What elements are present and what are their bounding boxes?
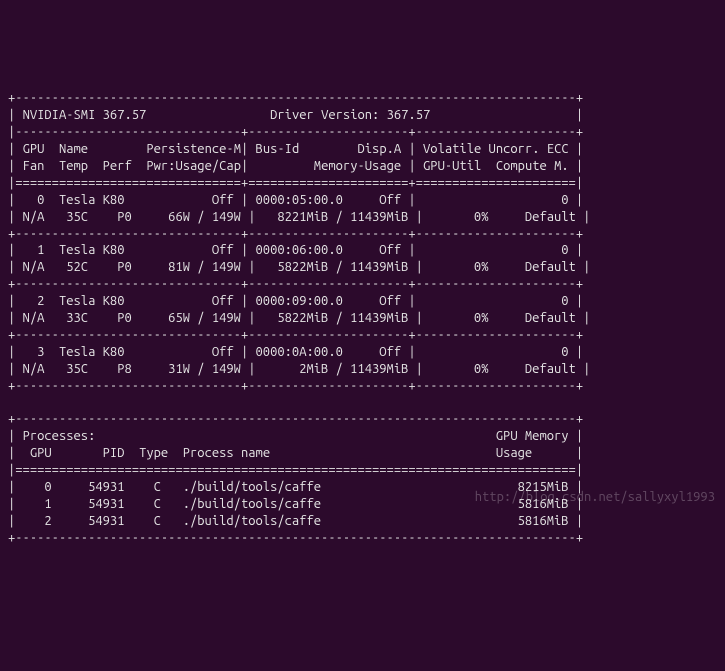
proc-title: Processes: (23, 429, 96, 443)
border-gpu-end: +-------------------------------+-------… (8, 379, 583, 393)
hdr-memusage: Memory-Usage (314, 159, 401, 173)
nvidia-smi-output: +---------------------------------------… (0, 68, 725, 553)
smi-label: NVIDIA-SMI (23, 108, 96, 122)
hdr-volatile: Volatile (423, 142, 481, 156)
proc-h-type: Type (139, 446, 168, 460)
driver-label: Driver Version: (270, 108, 379, 122)
hdr-persistence: Persistence-M (146, 142, 241, 156)
border-sep: |-------------------------------+-------… (8, 125, 583, 139)
hdr-gpuutil: GPU-Util (423, 159, 481, 173)
border-hdr-end: |===============================+=======… (8, 176, 583, 190)
proc-h-gpu: GPU (30, 446, 52, 460)
hdr-temp: Temp (59, 159, 88, 173)
watermark: http://blog.csdn.net/sallyxyl1993 (475, 489, 715, 506)
driver-version: 367.57 (387, 108, 431, 122)
hdr-disp: Disp.A (357, 142, 401, 156)
proc-h-usage: Usage (496, 446, 532, 460)
border-top: +---------------------------------------… (8, 91, 583, 105)
hdr-bus: Bus-Id (256, 142, 300, 156)
hdr-gpu: GPU (23, 142, 45, 156)
hdr-name: Name (59, 142, 88, 156)
hdr-perf: Perf (103, 159, 132, 173)
proc-border-top: +---------------------------------------… (8, 412, 583, 426)
proc-border-bot: +---------------------------------------… (8, 531, 583, 545)
proc-mem-title: GPU Memory (496, 429, 569, 443)
smi-version: 367.57 (103, 108, 147, 122)
proc-h-pid: PID (103, 446, 125, 460)
hdr-pwr: Pwr:Usage/Cap (146, 159, 241, 173)
hdr-fan: Fan (23, 159, 45, 173)
gpu-rows: | 0 Tesla K80 Off | 0000:05:00.0 Off | 0… (8, 193, 590, 376)
hdr-uncorr: Uncorr. ECC (489, 142, 569, 156)
hdr-compute: Compute M. (496, 159, 569, 173)
proc-h-name: Process name (183, 446, 270, 460)
proc-border-hdr: |=======================================… (8, 463, 583, 477)
